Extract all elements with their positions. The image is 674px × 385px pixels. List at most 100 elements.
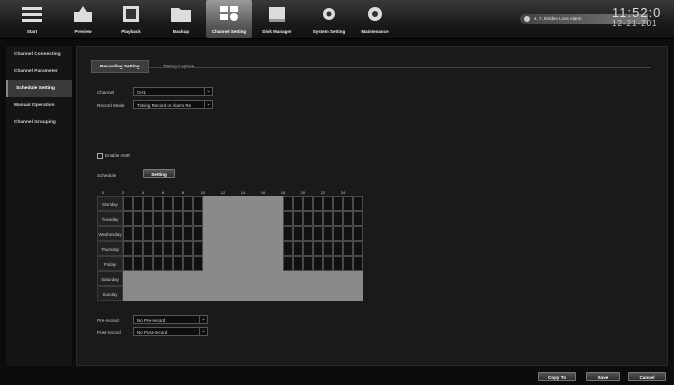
schedule-cell[interactable] (213, 286, 223, 301)
schedule-cell[interactable] (243, 286, 253, 301)
schedule-cell[interactable] (353, 271, 363, 286)
schedule-cell[interactable] (133, 271, 143, 286)
schedule-cell[interactable] (343, 286, 353, 301)
cancel-button[interactable]: Cancel (628, 372, 666, 381)
schedule-cell[interactable] (293, 271, 303, 286)
schedule-cell[interactable] (303, 211, 313, 226)
schedule-cell[interactable] (333, 211, 343, 226)
schedule-cell[interactable] (123, 196, 133, 211)
schedule-cell[interactable] (153, 256, 163, 271)
schedule-cell[interactable] (213, 196, 223, 211)
schedule-cell[interactable] (263, 256, 273, 271)
schedule-cell[interactable] (253, 211, 263, 226)
schedule-setting-button[interactable]: Setting (143, 169, 175, 178)
schedule-cell[interactable] (253, 241, 263, 256)
schedule-cell[interactable] (253, 286, 263, 301)
schedule-cell[interactable] (153, 196, 163, 211)
schedule-cell[interactable] (233, 211, 243, 226)
schedule-cell[interactable] (203, 226, 213, 241)
schedule-cell[interactable] (253, 226, 263, 241)
nav-preview[interactable]: Preview (60, 0, 106, 38)
schedule-cell[interactable] (333, 241, 343, 256)
schedule-cell[interactable] (193, 241, 203, 256)
schedule-cell[interactable] (323, 211, 333, 226)
schedule-cell[interactable] (223, 196, 233, 211)
schedule-cell[interactable] (153, 211, 163, 226)
schedule-cell[interactable] (133, 211, 143, 226)
schedule-cell[interactable] (273, 271, 283, 286)
schedule-cell[interactable] (283, 196, 293, 211)
schedule-cell[interactable] (203, 211, 213, 226)
schedule-cell[interactable] (253, 271, 263, 286)
schedule-cell[interactable] (273, 196, 283, 211)
schedule-cell[interactable] (253, 196, 263, 211)
schedule-cell[interactable] (153, 271, 163, 286)
schedule-cell[interactable] (213, 211, 223, 226)
schedule-cell[interactable] (223, 256, 233, 271)
schedule-cell[interactable] (163, 256, 173, 271)
schedule-cell[interactable] (183, 226, 193, 241)
schedule-cell[interactable] (143, 271, 153, 286)
schedule-cell[interactable] (323, 271, 333, 286)
schedule-cell[interactable] (203, 241, 213, 256)
schedule-cell[interactable] (193, 286, 203, 301)
schedule-cell[interactable] (143, 241, 153, 256)
schedule-cell[interactable] (213, 256, 223, 271)
schedule-cell[interactable] (353, 226, 363, 241)
schedule-cell[interactable] (183, 196, 193, 211)
schedule-cell[interactable] (163, 271, 173, 286)
schedule-cell[interactable] (313, 286, 323, 301)
schedule-cell[interactable] (193, 271, 203, 286)
schedule-cell[interactable] (183, 241, 193, 256)
schedule-cell[interactable] (173, 241, 183, 256)
schedule-cell[interactable] (143, 196, 153, 211)
schedule-cell[interactable] (233, 226, 243, 241)
schedule-cell[interactable] (203, 196, 213, 211)
schedule-cell[interactable] (343, 196, 353, 211)
schedule-cell[interactable] (303, 271, 313, 286)
schedule-cell[interactable] (313, 196, 323, 211)
schedule-cell[interactable] (283, 256, 293, 271)
schedule-cell[interactable] (323, 226, 333, 241)
sidebar-item-channel-grouping[interactable]: Channel Grouping (6, 114, 72, 131)
schedule-cell[interactable] (273, 256, 283, 271)
schedule-cell[interactable] (173, 256, 183, 271)
schedule-cell[interactable] (343, 256, 353, 271)
schedule-cell[interactable] (213, 271, 223, 286)
schedule-cell[interactable] (193, 226, 203, 241)
schedule-cell[interactable] (243, 256, 253, 271)
schedule-cell[interactable] (123, 226, 133, 241)
schedule-cell[interactable] (243, 241, 253, 256)
schedule-cell[interactable] (133, 196, 143, 211)
schedule-cell[interactable] (163, 286, 173, 301)
schedule-cell[interactable] (273, 226, 283, 241)
schedule-cell[interactable] (243, 271, 253, 286)
schedule-cell[interactable] (203, 286, 213, 301)
schedule-cell[interactable] (323, 286, 333, 301)
schedule-cell[interactable] (283, 271, 293, 286)
schedule-cell[interactable] (223, 211, 233, 226)
schedule-cell[interactable] (133, 241, 143, 256)
schedule-cell[interactable] (183, 256, 193, 271)
nav-backup[interactable]: Backup (158, 0, 204, 38)
schedule-cell[interactable] (173, 226, 183, 241)
schedule-cell[interactable] (333, 226, 343, 241)
schedule-cell[interactable] (193, 211, 203, 226)
schedule-cell[interactable] (343, 271, 353, 286)
schedule-cell[interactable] (283, 286, 293, 301)
schedule-cell[interactable] (163, 196, 173, 211)
schedule-cell[interactable] (123, 286, 133, 301)
schedule-cell[interactable] (263, 286, 273, 301)
schedule-cell[interactable] (313, 241, 323, 256)
schedule-cell[interactable] (143, 211, 153, 226)
schedule-cell[interactable] (243, 211, 253, 226)
schedule-cell[interactable] (223, 286, 233, 301)
schedule-cell[interactable] (263, 271, 273, 286)
schedule-cell[interactable] (313, 226, 323, 241)
enable-anr-checkbox[interactable]: Enable ANR (97, 153, 130, 159)
schedule-cell[interactable] (293, 286, 303, 301)
schedule-cell[interactable] (333, 271, 343, 286)
nav-system-setting[interactable]: System Setting (306, 0, 352, 38)
save-button[interactable]: Save (586, 372, 620, 381)
schedule-cell[interactable] (333, 196, 343, 211)
